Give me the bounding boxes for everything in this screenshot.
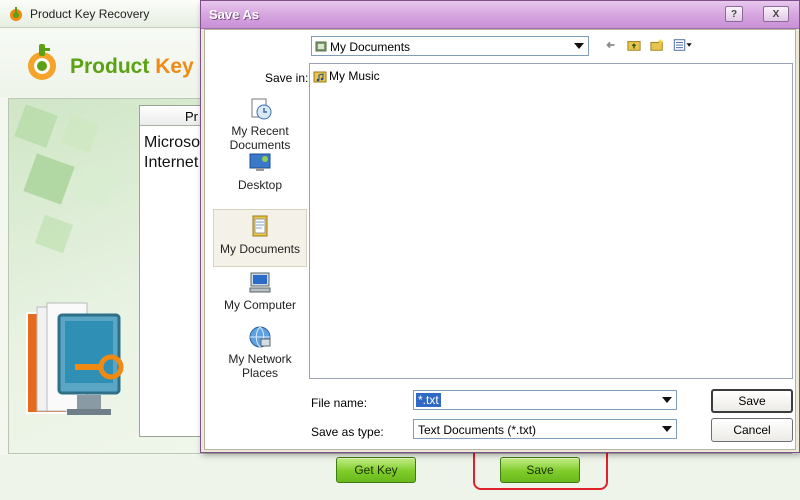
back-arrow-icon[interactable] [603, 37, 619, 53]
view-menu-icon[interactable] [672, 37, 694, 53]
dialog-content: Save in: My Documents My Recent Document… [204, 29, 796, 450]
my-documents-small-icon [315, 41, 327, 52]
network-places-icon [249, 326, 271, 348]
place-network-places[interactable]: My Network Places [213, 324, 307, 380]
place-label: My Computer [223, 298, 297, 312]
place-label: Desktop [237, 178, 283, 192]
result-row[interactable]: Internet [144, 154, 198, 172]
list-item[interactable]: My Music [313, 69, 380, 83]
save-as-type-dropdown[interactable]: Text Documents (*.txt) [413, 419, 677, 439]
recent-documents-icon [251, 98, 272, 120]
save-as-dialog: Save As ? X Save in: My Documents My Rec… [200, 0, 800, 453]
desktop-icon [249, 153, 271, 171]
save-in-dropdown[interactable]: My Documents [311, 36, 589, 56]
result-row[interactable]: Microsof [144, 134, 204, 152]
file-name-value: *.txt [416, 393, 441, 407]
dialog-title-bar: Save As ? X [201, 1, 799, 29]
my-documents-icon [252, 215, 268, 237]
save-in-label: Save in: [265, 71, 309, 85]
decorative-tiles-icon [14, 104, 118, 254]
file-name-input[interactable]: *.txt [413, 390, 677, 410]
save-as-type-value: Text Documents (*.txt) [418, 423, 537, 437]
get-key-button[interactable]: Get Key [336, 457, 416, 483]
chevron-down-icon[interactable] [658, 391, 676, 409]
file-name-label: File name: [311, 396, 368, 410]
place-my-computer[interactable]: My Computer [213, 270, 307, 312]
file-list[interactable]: My Music [309, 63, 793, 379]
new-folder-icon[interactable] [649, 37, 665, 53]
place-label: My Network Places [228, 352, 292, 380]
save-as-type-label: Save as type: [311, 425, 384, 439]
close-button[interactable]: X [763, 6, 789, 22]
places-bar: My Recent Documents Desktop My Documents [213, 92, 307, 380]
dialog-cancel-button[interactable]: Cancel [711, 418, 793, 442]
save-in-value: My Documents [330, 40, 411, 54]
up-folder-icon[interactable] [626, 37, 642, 53]
place-label: My Recent Documents [229, 124, 291, 152]
chevron-down-icon[interactable] [570, 37, 588, 55]
computer-key-illustration-icon [26, 302, 124, 415]
dialog-save-button[interactable]: Save [711, 389, 793, 413]
app-button-bar: Get Key Save [0, 455, 800, 500]
music-folder-icon [313, 71, 327, 83]
my-computer-icon [249, 272, 271, 293]
place-label: My Documents [219, 242, 301, 256]
chevron-down-icon[interactable] [658, 420, 676, 438]
brand-title: Product Key [70, 55, 194, 79]
app-window-title: Product Key Recovery [30, 7, 150, 21]
dialog-toolbar [603, 36, 694, 54]
help-button[interactable]: ? [725, 6, 743, 22]
brand-title-part1: Product [70, 55, 150, 78]
app-logo-icon [10, 7, 22, 21]
brand-title-part2: Key [155, 55, 194, 78]
file-name: My Music [329, 69, 380, 83]
dialog-title: Save As [209, 7, 260, 22]
brand-logo-icon [28, 44, 56, 80]
place-my-documents[interactable]: My Documents [213, 209, 307, 267]
place-desktop[interactable]: Desktop [213, 150, 307, 192]
place-recent-documents[interactable]: My Recent Documents [213, 96, 307, 152]
